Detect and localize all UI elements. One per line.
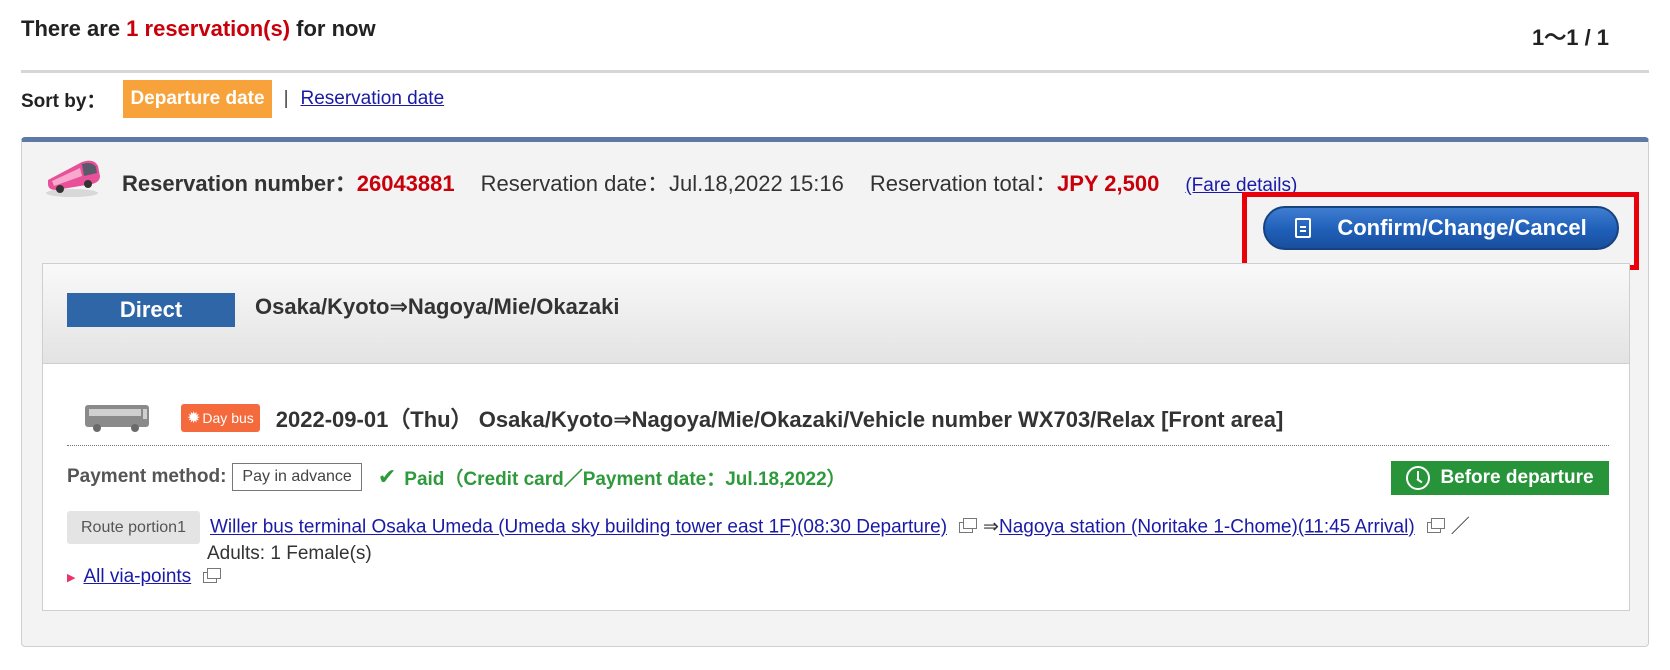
arrival-stop-link[interactable]: Nagoya station (Noritake 1-Chome)(11:45 … bbox=[999, 517, 1415, 538]
summary-prefix: There are bbox=[21, 16, 127, 41]
external-window-icon[interactable] bbox=[203, 567, 222, 583]
sort-label: Sort by： bbox=[21, 90, 106, 112]
reservation-number: 26043881 bbox=[356, 171, 455, 196]
trip-description: 2022-09-01（Thu） Osaka/Kyoto⇒Nagoya/Mie/O… bbox=[275, 406, 1284, 432]
status-badge-label: Before departure bbox=[1440, 467, 1594, 488]
payment-status-text: Paid（Credit card／Payment date：Jul.18,202… bbox=[404, 468, 846, 490]
reservation-date: Jul.18,2022 15:16 bbox=[668, 171, 844, 196]
triangle-right-icon: ▶ bbox=[67, 571, 76, 584]
payment-status: ✔ Paid（Credit card／Payment date：Jul.18,2… bbox=[378, 464, 846, 491]
reservation-card: Reservation number： 26043881 Reservation… bbox=[21, 137, 1649, 647]
confirm-change-cancel-button[interactable]: Confirm/Change/Cancel bbox=[1263, 206, 1619, 250]
passenger-info: Adults: 1 Female(s) bbox=[207, 543, 372, 564]
status-badge: Before departure bbox=[1391, 461, 1609, 495]
sort-departure-date[interactable]: Departure date bbox=[123, 80, 272, 118]
bus-icon bbox=[85, 404, 149, 432]
sort-separator: | bbox=[283, 88, 289, 109]
trip-row: ✹ Day bus 2022-09-01（Thu） Osaka/Kyoto⇒Na… bbox=[67, 390, 1609, 446]
reservation-count: 1 reservation(s) bbox=[126, 16, 291, 41]
route-panel: Direct Osaka/Kyoto⇒Nagoya/Mie/Okazaki ✹ … bbox=[42, 263, 1630, 611]
reservation-number-label: Reservation number： bbox=[122, 171, 357, 196]
pink-bus-logo-icon bbox=[46, 160, 100, 197]
route-header: Direct Osaka/Kyoto⇒Nagoya/Mie/Okazaki bbox=[43, 264, 1629, 364]
route-type-badge: Direct bbox=[67, 293, 235, 327]
clock-icon bbox=[1406, 466, 1431, 490]
divider bbox=[21, 70, 1649, 73]
day-bus-badge: ✹ Day bus bbox=[181, 403, 260, 432]
sun-icon: ✹ bbox=[187, 409, 201, 427]
reservation-date-label: Reservation date： bbox=[480, 171, 669, 196]
external-window-icon[interactable] bbox=[959, 518, 978, 533]
pagination-info: 1〜1 / 1 bbox=[1532, 25, 1610, 50]
route-portion-label: Route portion1 bbox=[67, 511, 200, 544]
external-window-icon[interactable] bbox=[1426, 518, 1445, 533]
document-icon bbox=[1295, 218, 1312, 238]
reservation-summary: There are 1 reservation(s) for now bbox=[21, 16, 376, 42]
route-slash: ／ bbox=[1450, 516, 1470, 538]
reservation-total-label: Reservation total： bbox=[869, 171, 1057, 196]
route-arrow: ⇒ bbox=[983, 516, 999, 538]
payment-row: Payment method: Pay in advance ✔ Paid（Cr… bbox=[67, 459, 1609, 495]
all-via-points-link[interactable]: All via-points bbox=[83, 566, 191, 588]
day-bus-label: Day bus bbox=[202, 409, 254, 426]
reservation-info-line: Reservation number： 26043881 Reservation… bbox=[122, 166, 1297, 198]
summary-suffix: for now bbox=[290, 16, 376, 41]
route-portion: Route portion1 Willer bus terminal Osaka … bbox=[67, 511, 1627, 564]
confirm-change-cancel-label: Confirm/Change/Cancel bbox=[1337, 215, 1587, 240]
payment-method-value: Pay in advance bbox=[232, 463, 362, 491]
departure-stop-link[interactable]: Willer bus terminal Osaka Umeda (Umeda s… bbox=[210, 517, 947, 538]
route-title: Osaka/Kyoto⇒Nagoya/Mie/Okazaki bbox=[255, 294, 620, 319]
check-icon: ✔ bbox=[377, 464, 397, 489]
sort-bar: Sort by： Departure date | Reservation da… bbox=[21, 80, 444, 118]
reservation-total: JPY 2,500 bbox=[1056, 171, 1160, 196]
payment-method-label: Payment method: bbox=[67, 466, 227, 487]
via-points-row: ▶ All via-points bbox=[67, 566, 227, 588]
sort-reservation-date[interactable]: Reservation date bbox=[301, 88, 445, 110]
